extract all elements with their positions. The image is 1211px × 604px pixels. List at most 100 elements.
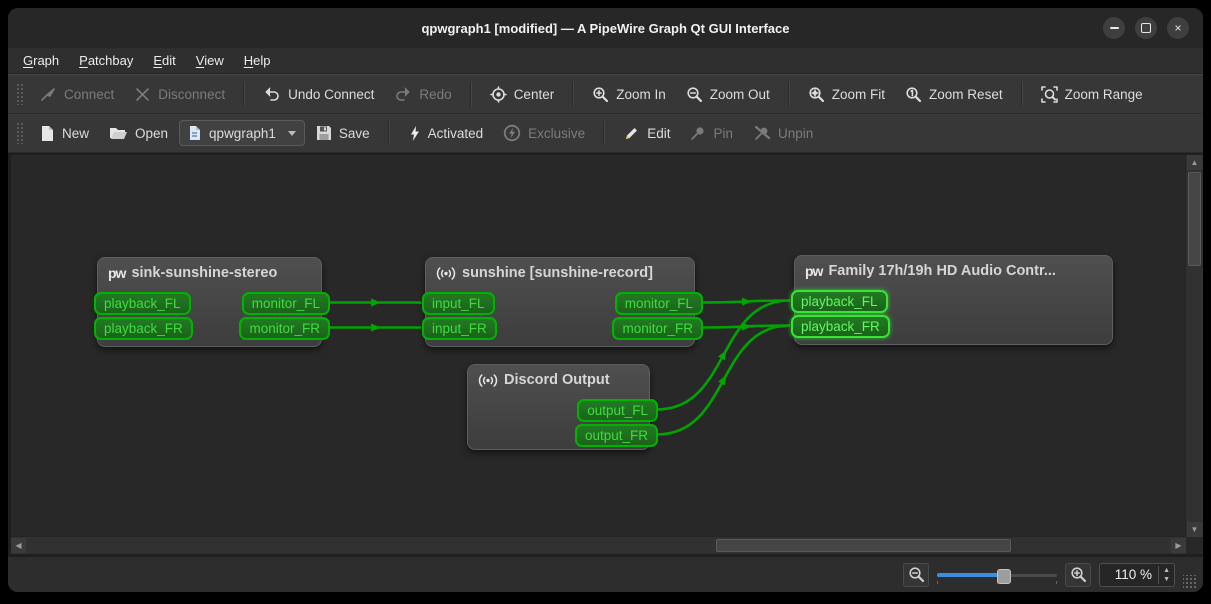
toolbar-button-label: Exclusive: [528, 126, 585, 141]
zoom-range-icon: [1041, 86, 1058, 103]
input-port[interactable]: input_FR: [422, 317, 497, 340]
undo-connect-button[interactable]: Undo Connect: [254, 81, 383, 107]
patchbay-select-dropdown[interactable]: qpwgraph1: [179, 120, 305, 146]
toolbar-drag-handle[interactable]: [16, 122, 23, 144]
zoom-slider-handle[interactable]: [997, 569, 1011, 584]
new-button[interactable]: New: [31, 120, 98, 147]
edge-arrow-icon: [718, 373, 730, 386]
menu-item-help[interactable]: Help: [235, 50, 280, 71]
resize-grip[interactable]: [1183, 575, 1197, 589]
menu-item-edit[interactable]: Edit: [144, 50, 184, 71]
toolbar-separator: [388, 121, 390, 145]
output-port[interactable]: monitor_FL: [242, 292, 330, 315]
zoom-out-icon: [686, 86, 703, 103]
vertical-scroll-thumb[interactable]: [1188, 172, 1201, 266]
slider-tick: [937, 581, 938, 584]
scroll-right-arrow[interactable]: ▶: [1171, 538, 1186, 553]
toolbar-separator: [1021, 82, 1023, 106]
scroll-up-arrow[interactable]: ▲: [1187, 155, 1202, 170]
toolbar-button-label: Redo: [419, 87, 451, 102]
output-port[interactable]: output_FR: [575, 424, 658, 447]
close-button[interactable]: ×: [1167, 17, 1189, 39]
exclusive-button[interactable]: Exclusive: [494, 119, 594, 147]
graph-viewport[interactable]: pwsink-sunshine-stereoplayback_FLplaybac…: [11, 155, 1186, 537]
unpin-icon: [753, 125, 771, 141]
toolbar-button-label: Undo Connect: [288, 87, 374, 102]
zoom-reset-button[interactable]: Zoom Reset: [896, 81, 1012, 108]
slider-tick: [1056, 581, 1057, 584]
spin-up-icon[interactable]: ▲: [1159, 566, 1174, 575]
toolbar-separator: [243, 82, 245, 106]
activated-icon: [408, 125, 421, 142]
statusbar-zoom-out-button[interactable]: [903, 563, 929, 587]
node-header[interactable]: Discord Output: [468, 365, 649, 388]
input-port[interactable]: playback_FL: [791, 290, 888, 313]
broadcast-icon: [436, 266, 456, 281]
open-button[interactable]: Open: [100, 120, 177, 146]
toolbar-separator: [788, 82, 790, 106]
toolbar-button-label: Center: [514, 87, 555, 102]
zoom-value: 110 %: [1108, 567, 1152, 582]
input-port[interactable]: input_FL: [422, 292, 495, 315]
input-port[interactable]: playback_FR: [94, 317, 193, 340]
zoom-range-button[interactable]: Zoom Range: [1032, 81, 1152, 108]
output-port[interactable]: monitor_FR: [239, 317, 330, 340]
menu-item-graph[interactable]: Graph: [14, 50, 68, 71]
zoom-fit-button[interactable]: Zoom Fit: [799, 81, 894, 108]
zoom-spinbox[interactable]: 110 % ▲ ▼: [1099, 563, 1175, 587]
maximize-button[interactable]: [1135, 17, 1157, 39]
zoom-fit-icon: [808, 86, 825, 103]
toolbar-separator: [572, 82, 574, 106]
horizontal-scrollbar[interactable]: ◀ ▶: [11, 536, 1186, 554]
scroll-left-arrow[interactable]: ◀: [11, 538, 26, 553]
save-button[interactable]: Save: [307, 120, 379, 146]
menu-item-patchbay[interactable]: Patchbay: [70, 50, 142, 71]
center-button[interactable]: Center: [481, 81, 564, 108]
titlebar[interactable]: qpwgraph1 [modified] — A PipeWire Graph …: [8, 8, 1203, 48]
graph-node-sunshine[interactable]: sunshine [sunshine-record] input_FLinput_…: [425, 257, 695, 347]
statusbar-zoom-in-button[interactable]: [1065, 563, 1091, 587]
menu-item-view[interactable]: View: [187, 50, 233, 71]
zoom-in-icon: [592, 86, 609, 103]
toolbar-separator: [470, 82, 472, 106]
disconnect-button[interactable]: Disconnect: [125, 81, 234, 108]
input-port[interactable]: playback_FR: [791, 315, 890, 338]
broadcast-icon: [478, 373, 498, 388]
minimize-button[interactable]: [1103, 17, 1125, 39]
edit-button[interactable]: Edit: [614, 120, 679, 147]
node-header[interactable]: sunshine [sunshine-record]: [426, 258, 694, 281]
node-title: sink-sunshine-stereo: [131, 265, 277, 281]
output-port[interactable]: monitor_FL: [615, 292, 703, 315]
activated-button[interactable]: Activated: [399, 120, 493, 147]
toolbar-button-label: Zoom Fit: [832, 87, 885, 102]
zoom-slider[interactable]: [937, 566, 1057, 584]
statusbar: 110 % ▲ ▼: [8, 556, 1203, 592]
pin-button[interactable]: Pin: [681, 120, 742, 146]
node-title: Family 17h/19h HD Audio Contr...: [828, 263, 1055, 279]
graph-node-sink[interactable]: pw sink-sunshine-stereo playback_FLplaybac…: [97, 257, 322, 347]
zoom-out-button[interactable]: Zoom Out: [677, 81, 779, 108]
toolbar-drag-handle[interactable]: [16, 83, 23, 105]
toolbar-button-label: Save: [339, 126, 370, 141]
pipewire-icon: pw: [108, 265, 125, 281]
graph-node-discord[interactable]: Discord Outputoutput_FLoutput_FR: [467, 364, 650, 450]
zoom-slider-fill: [937, 573, 1003, 577]
node-header[interactable]: pwFamily 17h/19h HD Audio Contr...: [795, 256, 1112, 279]
toolbar-button-label: Pin: [713, 126, 733, 141]
unpin-button[interactable]: Unpin: [744, 120, 822, 146]
output-port[interactable]: output_FL: [577, 399, 658, 422]
graph-node-family[interactable]: pwFamily 17h/19h HD Audio Contr... playba…: [794, 255, 1113, 345]
node-header[interactable]: pw sink-sunshine-stereo: [98, 258, 321, 281]
toolbar-button-label: Activated: [428, 126, 484, 141]
connect-button[interactable]: Connect: [31, 81, 123, 108]
spin-down-icon[interactable]: ▼: [1159, 575, 1174, 584]
horizontal-scroll-thumb[interactable]: [716, 539, 1011, 552]
window-controls: ×: [1103, 17, 1203, 39]
zoom-in-button[interactable]: Zoom In: [583, 81, 675, 108]
redo-button[interactable]: Redo: [385, 81, 460, 107]
vertical-scrollbar[interactable]: ▲ ▼: [1185, 155, 1203, 537]
scroll-down-arrow[interactable]: ▼: [1187, 522, 1202, 537]
spinbox-arrows[interactable]: ▲ ▼: [1158, 566, 1174, 584]
output-port[interactable]: monitor_FR: [612, 317, 703, 340]
input-port[interactable]: playback_FL: [94, 292, 191, 315]
